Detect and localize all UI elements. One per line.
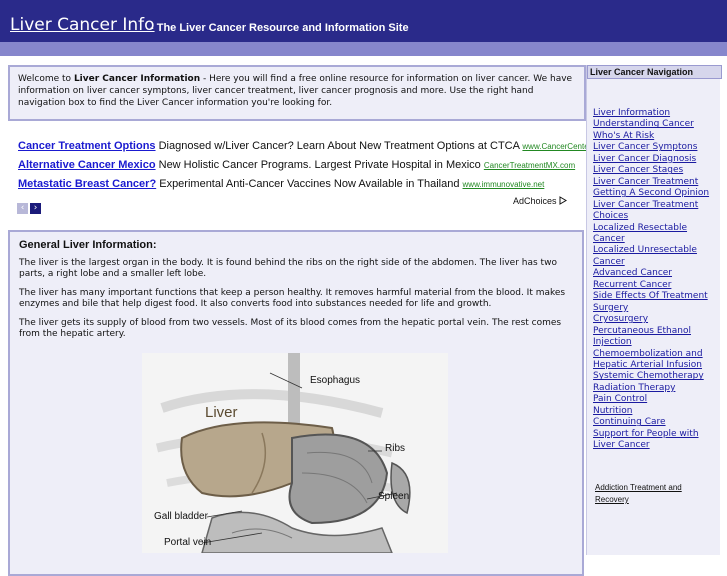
nav-link-nutrition[interactable]: Nutrition [593,406,717,417]
nav-link-treatment-choices[interactable]: Liver Cancer Treatment Choices [593,200,717,223]
ad-title-link[interactable]: Metastatic Breast Cancer? [18,178,156,190]
site-tagline: - The Liver Cancer Resource and Informat… [150,22,409,34]
nav-link-symptons[interactable]: Liver Cancer Symptons [593,142,717,153]
welcome-bold: Liver Cancer Information [73,74,201,84]
nav-link-localized-unresectable[interactable]: Localized Unresectable Cancer [593,245,717,268]
ad-url-link[interactable]: www.immunovative.net [463,180,545,189]
ad-url-link[interactable]: CancerTreatmentMX.com [484,161,575,170]
liver-anatomy-diagram: Liver Esophagus Ribs Spleen Gall bladder… [142,353,448,553]
nav-link-support[interactable]: Support for People with Liver Cancer [593,429,717,452]
nav-link-whos-at-risk[interactable]: Who's At Risk [593,131,717,142]
ad-text: Experimental Anti-Cancer Vaccines Now Av… [156,178,463,190]
ad-text: Diagnosed w/Liver Cancer? Learn About Ne… [155,140,523,152]
ad-pager: ‹ › [17,195,43,214]
navigation-sidebar: Liver Cancer Navigation Liver Informatio… [586,65,722,555]
adchoices-link[interactable]: AdChoices [513,196,568,206]
nav-link-side-effects[interactable]: Side Effects Of Treatment [593,291,717,302]
nav-link-diagnosis[interactable]: Liver Cancer Diagnosis [593,154,717,165]
nav-link-surgery[interactable]: Surgery [593,303,717,314]
nav-link-liver-information[interactable]: Liver Information [593,108,717,119]
nav-link-recurrent-cancer[interactable]: Recurrent Cancer [593,280,717,291]
general-info-box: General Liver Information: The liver is … [8,230,584,576]
nav-link-pain-control[interactable]: Pain Control [593,394,717,405]
portal-vein-label: Portal vein [164,537,212,548]
header-stripe [0,42,727,56]
nav-title: Liver Cancer Navigation [587,65,722,79]
nav-link-radiation-therapy[interactable]: Radiation Therapy [593,383,717,394]
nav-link-advanced-cancer[interactable]: Advanced Cancer [593,268,717,279]
nav-link-localized-resectable[interactable]: Localized Resectable Cancer [593,223,717,246]
nav-link-treatment[interactable]: Liver Cancer Treatment [593,177,717,188]
spleen-label: Spleen [378,491,410,502]
nav-link-cryosurgery[interactable]: Cryosurgery [593,314,717,325]
nav-extra-box: Addiction Treatment and Recovery [595,482,715,506]
gall-bladder-label: Gall bladder [154,511,208,522]
chevron-left-icon[interactable]: ‹ [17,203,28,214]
paragraph: The liver is the largest organ in the bo… [19,257,557,280]
ad-row: Cancer Treatment Options Diagnosed w/Liv… [18,140,608,152]
adchoices-label: AdChoices [513,196,557,206]
nav-link-systemic-chemotherapy[interactable]: Systemic Chemotherapy [593,371,717,382]
site-title-link[interactable]: Liver Cancer Info [10,15,155,35]
ad-title-link[interactable]: Alternative Cancer Mexico [18,159,156,171]
nav-link-understanding-cancer[interactable]: Understanding Cancer [593,119,717,130]
ad-title-link[interactable]: Cancer Treatment Options [18,140,156,152]
ad-row: Alternative Cancer Mexico New Holistic C… [18,159,575,171]
nav-list: Liver Information Understanding Cancer W… [593,108,717,452]
paragraph: The liver gets its supply of blood from … [19,317,562,340]
esophagus-label: Esophagus [310,375,361,386]
section-heading: General Liver Information: [19,239,157,251]
paragraph: The liver has many important functions t… [19,287,566,310]
nav-link-continuing-care[interactable]: Continuing Care [593,417,717,428]
addiction-treatment-link[interactable]: Addiction Treatment and Recovery [595,483,682,504]
ad-row: Metastatic Breast Cancer? Experimental A… [18,178,544,190]
ribs-label: Ribs [385,443,406,454]
welcome-box: Welcome to Liver Cancer Information - He… [8,65,586,121]
liver-label: Liver [205,404,238,421]
nav-link-second-opinion[interactable]: Getting A Second Opinion [593,188,717,199]
chevron-right-icon[interactable]: › [30,203,41,214]
nav-link-chemoembolization[interactable]: Chemoembolization and Hepatic Arterial I… [593,349,717,372]
nav-link-ethanol-injection[interactable]: Percutaneous Ethanol Injection [593,326,717,349]
nav-link-stages[interactable]: Liver Cancer Stages [593,165,717,176]
ad-text: New Holistic Cancer Programs. Largest Pr… [155,159,484,171]
adchoices-triangle-icon [559,196,568,205]
welcome-intro: Welcome to [18,74,74,84]
